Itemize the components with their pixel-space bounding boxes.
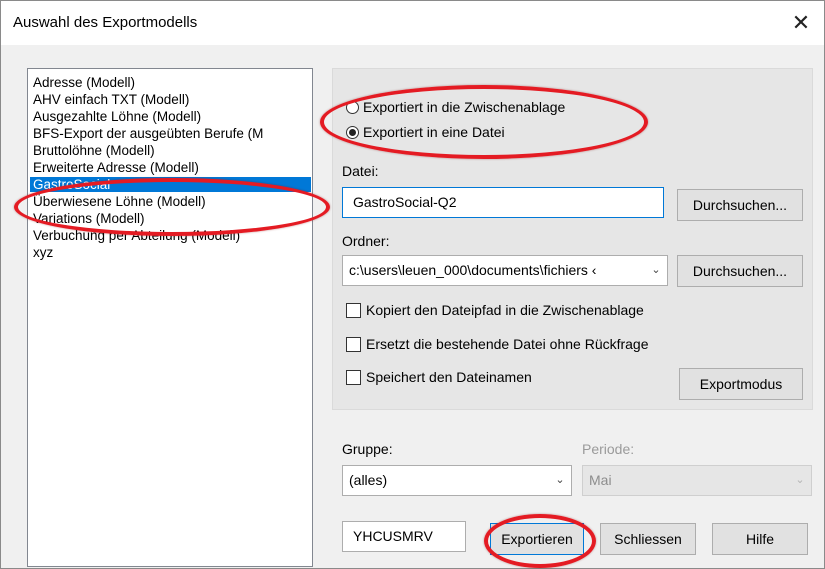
option-replace-file[interactable]: Ersetzt die bestehende Datei ohne Rückfr… [346, 334, 649, 354]
radio-export-file[interactable]: Exportiert in eine Datei [346, 122, 505, 142]
radio-label: Exportiert in die Zwischenablage [363, 99, 566, 115]
title-bar: Auswahl des Exportmodells ✕ [1, 1, 824, 45]
close-dialog-button[interactable]: Schliessen [600, 523, 696, 555]
list-item[interactable]: Adresse (Modell) [30, 75, 311, 90]
list-item[interactable]: AHV einfach TXT (Modell) [30, 92, 311, 107]
file-label: Datei: [342, 163, 379, 179]
list-item[interactable]: Variations (Modell) [30, 211, 311, 226]
export-mode-button[interactable]: Exportmodus [679, 368, 803, 400]
period-value: Mai [589, 472, 612, 488]
group-select[interactable]: (alles) ⌄ [342, 465, 572, 496]
checkbox-label: Kopiert den Dateipfad in die Zwischenabl… [366, 302, 644, 318]
window-title: Auswahl des Exportmodells [13, 14, 198, 31]
file-name-input[interactable]: GastroSocial-Q2 [342, 187, 664, 218]
folder-value: c:\users\leuen_000\documents\fichiers ‹ [349, 262, 597, 278]
browse-file-button[interactable]: Durchsuchen... [677, 189, 803, 221]
radio-button[interactable] [346, 100, 359, 114]
help-button[interactable]: Hilfe [712, 523, 808, 555]
group-value: (alles) [349, 472, 388, 488]
list-item-selected[interactable]: GastroSocial [30, 177, 311, 192]
radio-export-clipboard[interactable]: Exportiert in die Zwischenablage [346, 97, 565, 117]
browse-folder-button[interactable]: Durchsuchen... [677, 255, 803, 287]
radio-label: Exportiert in eine Datei [363, 124, 505, 140]
option-save-filename[interactable]: Speichert den Dateinamen [346, 367, 532, 387]
close-icon: ✕ [791, 10, 811, 35]
group-label: Gruppe: [342, 441, 393, 457]
folder-select[interactable]: c:\users\leuen_000\documents\fichiers ‹ … [342, 255, 668, 286]
folder-label: Ordner: [342, 233, 390, 249]
close-button[interactable]: ✕ [778, 1, 824, 45]
checkbox[interactable] [346, 302, 361, 318]
list-item[interactable]: Überwiesene Löhne (Modell) [30, 194, 311, 209]
export-button[interactable]: Exportieren [490, 523, 584, 555]
code-field[interactable]: YHCUSMRV [342, 521, 466, 552]
list-item[interactable]: xyz [30, 245, 311, 260]
export-options-panel [332, 68, 813, 410]
list-item[interactable]: BFS-Export der ausgeübten Berufe (M [30, 126, 311, 141]
list-item[interactable]: Ausgezahlte Löhne (Modell) [30, 109, 311, 124]
checkbox-label: Speichert den Dateinamen [366, 369, 532, 385]
list-item[interactable]: Verbuchung per Abteilung (Modell) [30, 228, 311, 243]
checkbox[interactable] [346, 336, 361, 352]
chevron-down-icon[interactable]: ⌄ [549, 466, 571, 495]
checkbox[interactable] [346, 369, 361, 385]
radio-button-checked[interactable] [346, 125, 359, 139]
model-list[interactable]: Adresse (Modell) AHV einfach TXT (Modell… [27, 68, 313, 567]
period-select: Mai ⌄ [582, 465, 812, 496]
chevron-down-icon: ⌄ [789, 466, 811, 495]
checkbox-label: Ersetzt die bestehende Datei ohne Rückfr… [366, 336, 649, 352]
option-copy-path[interactable]: Kopiert den Dateipfad in die Zwischenabl… [346, 300, 644, 320]
period-label: Periode: [582, 441, 635, 457]
list-item[interactable]: Erweiterte Adresse (Modell) [30, 160, 311, 175]
list-item[interactable]: Bruttolöhne (Modell) [30, 143, 311, 158]
chevron-down-icon[interactable]: ⌄ [645, 256, 667, 285]
